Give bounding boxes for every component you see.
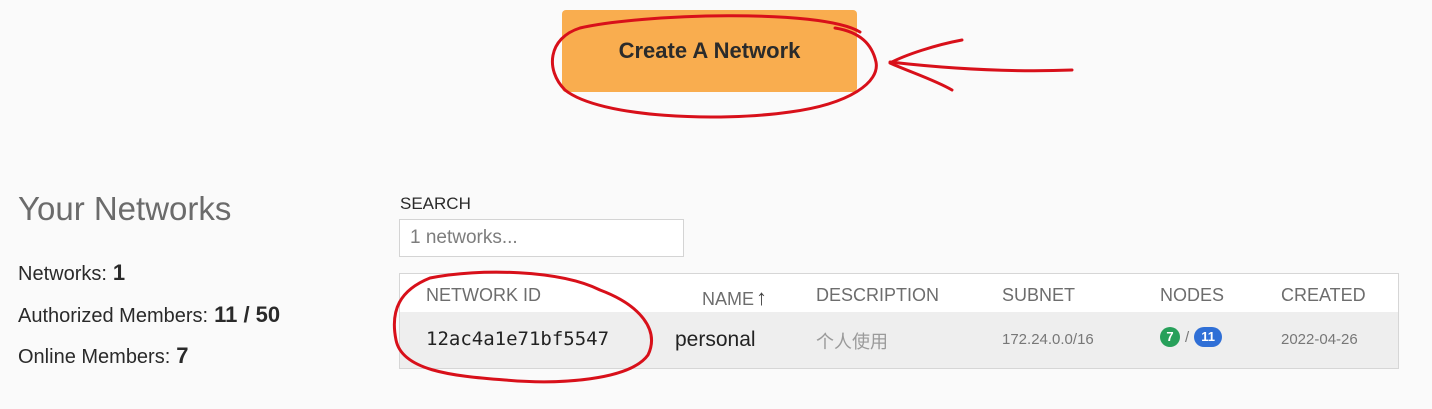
sort-ascending-icon: ↑ <box>756 285 768 310</box>
page-title: Your Networks <box>18 190 232 227</box>
networks-count: Networks: 1 <box>18 260 125 286</box>
authorized-members-label: Authorized Members: <box>18 305 209 327</box>
create-network-button[interactable]: Create A Network <box>562 10 857 92</box>
column-header-subnet[interactable]: SUBNET <box>1002 285 1075 306</box>
online-members-value: 7 <box>176 343 189 368</box>
network-name-cell: personal <box>675 328 756 351</box>
column-header-network-id[interactable]: NETWORK ID <box>426 285 541 306</box>
authorized-members: Authorized Members: 11 / 50 <box>18 302 280 328</box>
table-row[interactable]: 12ac4a1e71bf5547 personal 个人使用 172.24.0.… <box>400 312 1398 368</box>
column-header-name[interactable]: NAME↑ <box>702 285 767 311</box>
network-subnet-cell: 172.24.0.0/16 <box>1002 331 1094 348</box>
networks-table: NETWORK ID NAME↑ DESCRIPTION SUBNET NODE… <box>399 273 1399 369</box>
nodes-separator: / <box>1185 328 1190 346</box>
annotation-arrow-shaft <box>888 60 1074 73</box>
column-header-description[interactable]: DESCRIPTION <box>816 285 939 306</box>
search-label: SEARCH <box>400 194 471 213</box>
network-nodes-cell: 7 /11 <box>1160 327 1223 347</box>
networks-count-value: 1 <box>112 260 126 285</box>
online-members: Online Members: 7 <box>18 343 189 369</box>
online-members-label: Online Members: <box>18 346 171 368</box>
column-header-name-label: NAME <box>702 289 755 309</box>
network-id-cell[interactable]: 12ac4a1e71bf5547 <box>426 328 609 350</box>
authorized-members-value: 11 / 50 <box>214 302 281 327</box>
annotation-arrow-head <box>888 38 964 92</box>
network-created-cell: 2022-04-26 <box>1281 331 1358 348</box>
nodes-total-badge: 11 <box>1194 327 1223 347</box>
nodes-online-badge: 7 <box>1160 327 1180 347</box>
network-description-cell: 个人使用 <box>816 332 888 352</box>
column-header-created[interactable]: CREATED <box>1281 285 1366 306</box>
search-input[interactable] <box>399 219 684 257</box>
networks-count-label: Networks: <box>18 263 107 285</box>
column-header-nodes[interactable]: NODES <box>1160 285 1224 306</box>
